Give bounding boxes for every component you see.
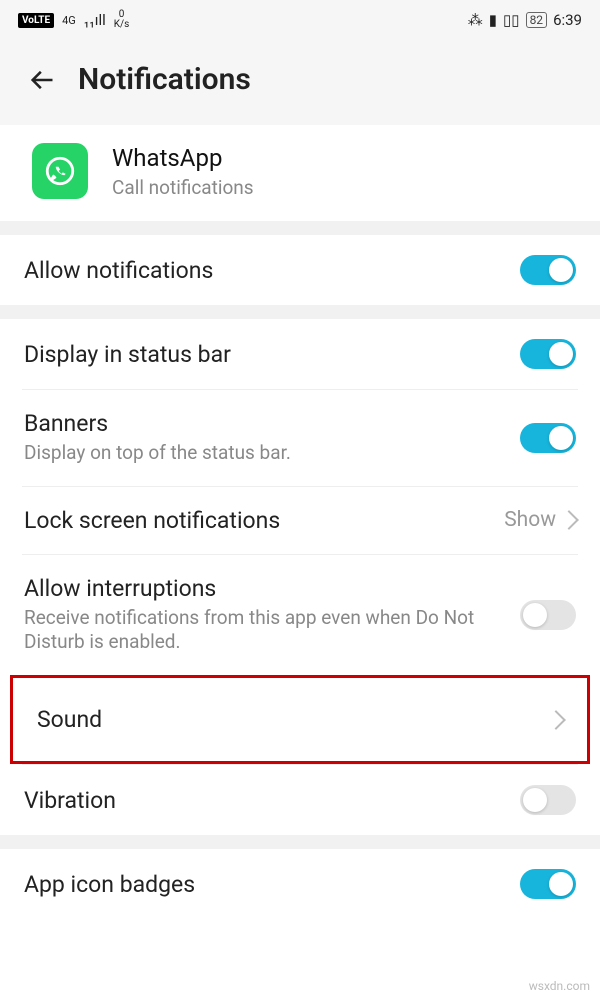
lock-screen-value: Show xyxy=(504,508,556,532)
app-subtitle: Call notifications xyxy=(112,176,254,199)
app-text: WhatsApp Call notifications xyxy=(112,144,254,199)
display-status-bar-row[interactable]: Display in status bar xyxy=(0,319,600,389)
display-status-bar-label: Display in status bar xyxy=(24,341,504,368)
allow-interruptions-label: Allow interruptions xyxy=(24,575,504,602)
allow-interruptions-sub: Receive notifications from this app even… xyxy=(24,606,504,655)
whatsapp-icon xyxy=(32,143,88,199)
network-type: 4G xyxy=(62,14,76,27)
sound-row[interactable]: Sound xyxy=(13,678,587,761)
data-speed: 0 K/s xyxy=(114,10,130,30)
chevron-right-icon xyxy=(559,510,579,530)
lock-screen-label: Lock screen notifications xyxy=(24,507,488,534)
sound-label: Sound xyxy=(37,706,533,733)
display-status-bar-toggle[interactable] xyxy=(520,339,576,369)
allow-interruptions-row[interactable]: Allow interruptions Receive notification… xyxy=(0,555,600,675)
status-left: VoLTE 4G ₁₁ıll 0 K/s xyxy=(18,10,129,30)
chevron-right-icon xyxy=(546,710,566,730)
section-gap xyxy=(0,221,600,235)
clock: 6:39 xyxy=(553,11,582,29)
page-title: Notifications xyxy=(78,62,251,97)
bluetooth-icon: ⁂ xyxy=(468,11,483,29)
banners-row[interactable]: Banners Display on top of the status bar… xyxy=(0,390,600,486)
highlight-box: Sound xyxy=(10,675,590,764)
watermark: wsxdn.com xyxy=(529,979,590,993)
banners-label: Banners xyxy=(24,410,504,437)
vibration-toggle[interactable] xyxy=(520,785,576,815)
signal-icon: ₁₁ıll xyxy=(84,11,106,29)
allow-notifications-row[interactable]: Allow notifications xyxy=(0,235,600,305)
banners-sub: Display on top of the status bar. xyxy=(24,441,504,466)
vibration-row[interactable]: Vibration xyxy=(0,765,600,835)
allow-interruptions-toggle[interactable] xyxy=(520,600,576,630)
battery-percent: 82 xyxy=(526,12,548,28)
banners-toggle[interactable] xyxy=(520,423,576,453)
battery-full-icon: ▮ xyxy=(489,11,497,29)
section-gap xyxy=(0,305,600,319)
status-right: ⁂ ▮ ▯▯ 82 6:39 xyxy=(468,11,582,29)
back-icon[interactable] xyxy=(28,66,56,94)
vibration-label: Vibration xyxy=(24,787,504,814)
volte-badge: VoLTE xyxy=(18,13,54,28)
app-info-row: WhatsApp Call notifications xyxy=(0,125,600,221)
allow-notifications-label: Allow notifications xyxy=(24,257,504,284)
app-icon-badges-row[interactable]: App icon badges xyxy=(0,849,600,919)
app-icon-badges-label: App icon badges xyxy=(24,871,504,898)
lock-screen-row[interactable]: Lock screen notifications Show xyxy=(0,487,600,554)
app-name: WhatsApp xyxy=(112,144,254,172)
app-icon-badges-toggle[interactable] xyxy=(520,869,576,899)
allow-notifications-toggle[interactable] xyxy=(520,255,576,285)
section-gap xyxy=(0,835,600,849)
header: Notifications xyxy=(0,40,600,125)
status-bar: VoLTE 4G ₁₁ıll 0 K/s ⁂ ▮ ▯▯ 82 6:39 xyxy=(0,0,600,40)
vibrate-icon: ▯▯ xyxy=(503,11,520,29)
